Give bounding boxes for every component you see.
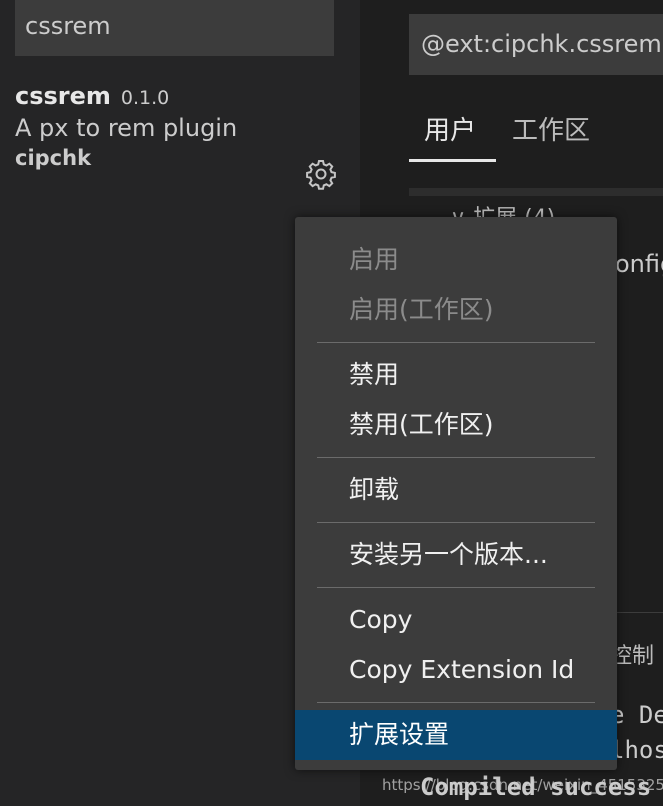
- menu-item-uninstall[interactable]: 卸载: [295, 465, 617, 515]
- watermark-text: https://blog.csdn.net/weixin_45153255: [382, 776, 663, 794]
- menu-separator: [317, 702, 595, 703]
- settings-search-input[interactable]: @ext:cipchk.cssrem: [409, 14, 663, 75]
- menu-item-extension-settings[interactable]: 扩展设置: [295, 710, 617, 760]
- terminal-line: lhos: [610, 736, 663, 764]
- extension-search-input[interactable]: cssrem: [15, 0, 334, 56]
- menu-item-enable-workspace: 启用(工作区): [349, 295, 494, 324]
- menu-item-enable: 启用: [349, 245, 400, 274]
- tab-user[interactable]: 用户: [424, 110, 476, 147]
- menu-separator: [317, 522, 595, 523]
- menu-separator: [317, 342, 595, 343]
- menu-separator: [317, 457, 595, 458]
- setting-text-fragment: onfig: [615, 250, 663, 278]
- extension-context-menu: 启用 启用(工作区) 禁用 禁用(工作区) 卸载 安装另一个版本... Copy…: [295, 217, 617, 770]
- menu-item-disable[interactable]: 禁用: [295, 350, 617, 400]
- menu-item-install-another-version[interactable]: 安装另一个版本...: [295, 530, 617, 580]
- menu-item-copy-extension-id[interactable]: Copy Extension Id: [295, 645, 617, 695]
- active-tab-indicator: [409, 159, 496, 162]
- menu-separator: [317, 587, 595, 588]
- extension-name: cssrem: [15, 82, 111, 110]
- extension-version: 0.1.0: [120, 87, 170, 109]
- menu-item-disable-workspace[interactable]: 禁用(工作区): [295, 400, 617, 450]
- extension-description: A px to rem plugin: [15, 114, 238, 142]
- gear-icon[interactable]: [305, 158, 337, 190]
- tab-workspace[interactable]: 工作区: [512, 110, 590, 147]
- settings-divider: [409, 188, 663, 196]
- extension-author: cipchk: [15, 146, 92, 170]
- terminal-line: e De: [610, 701, 663, 729]
- extension-list-item[interactable]: cssrem 0.1.0 A px to rem plugin cipchk: [15, 82, 345, 170]
- menu-item-copy[interactable]: Copy: [295, 595, 617, 645]
